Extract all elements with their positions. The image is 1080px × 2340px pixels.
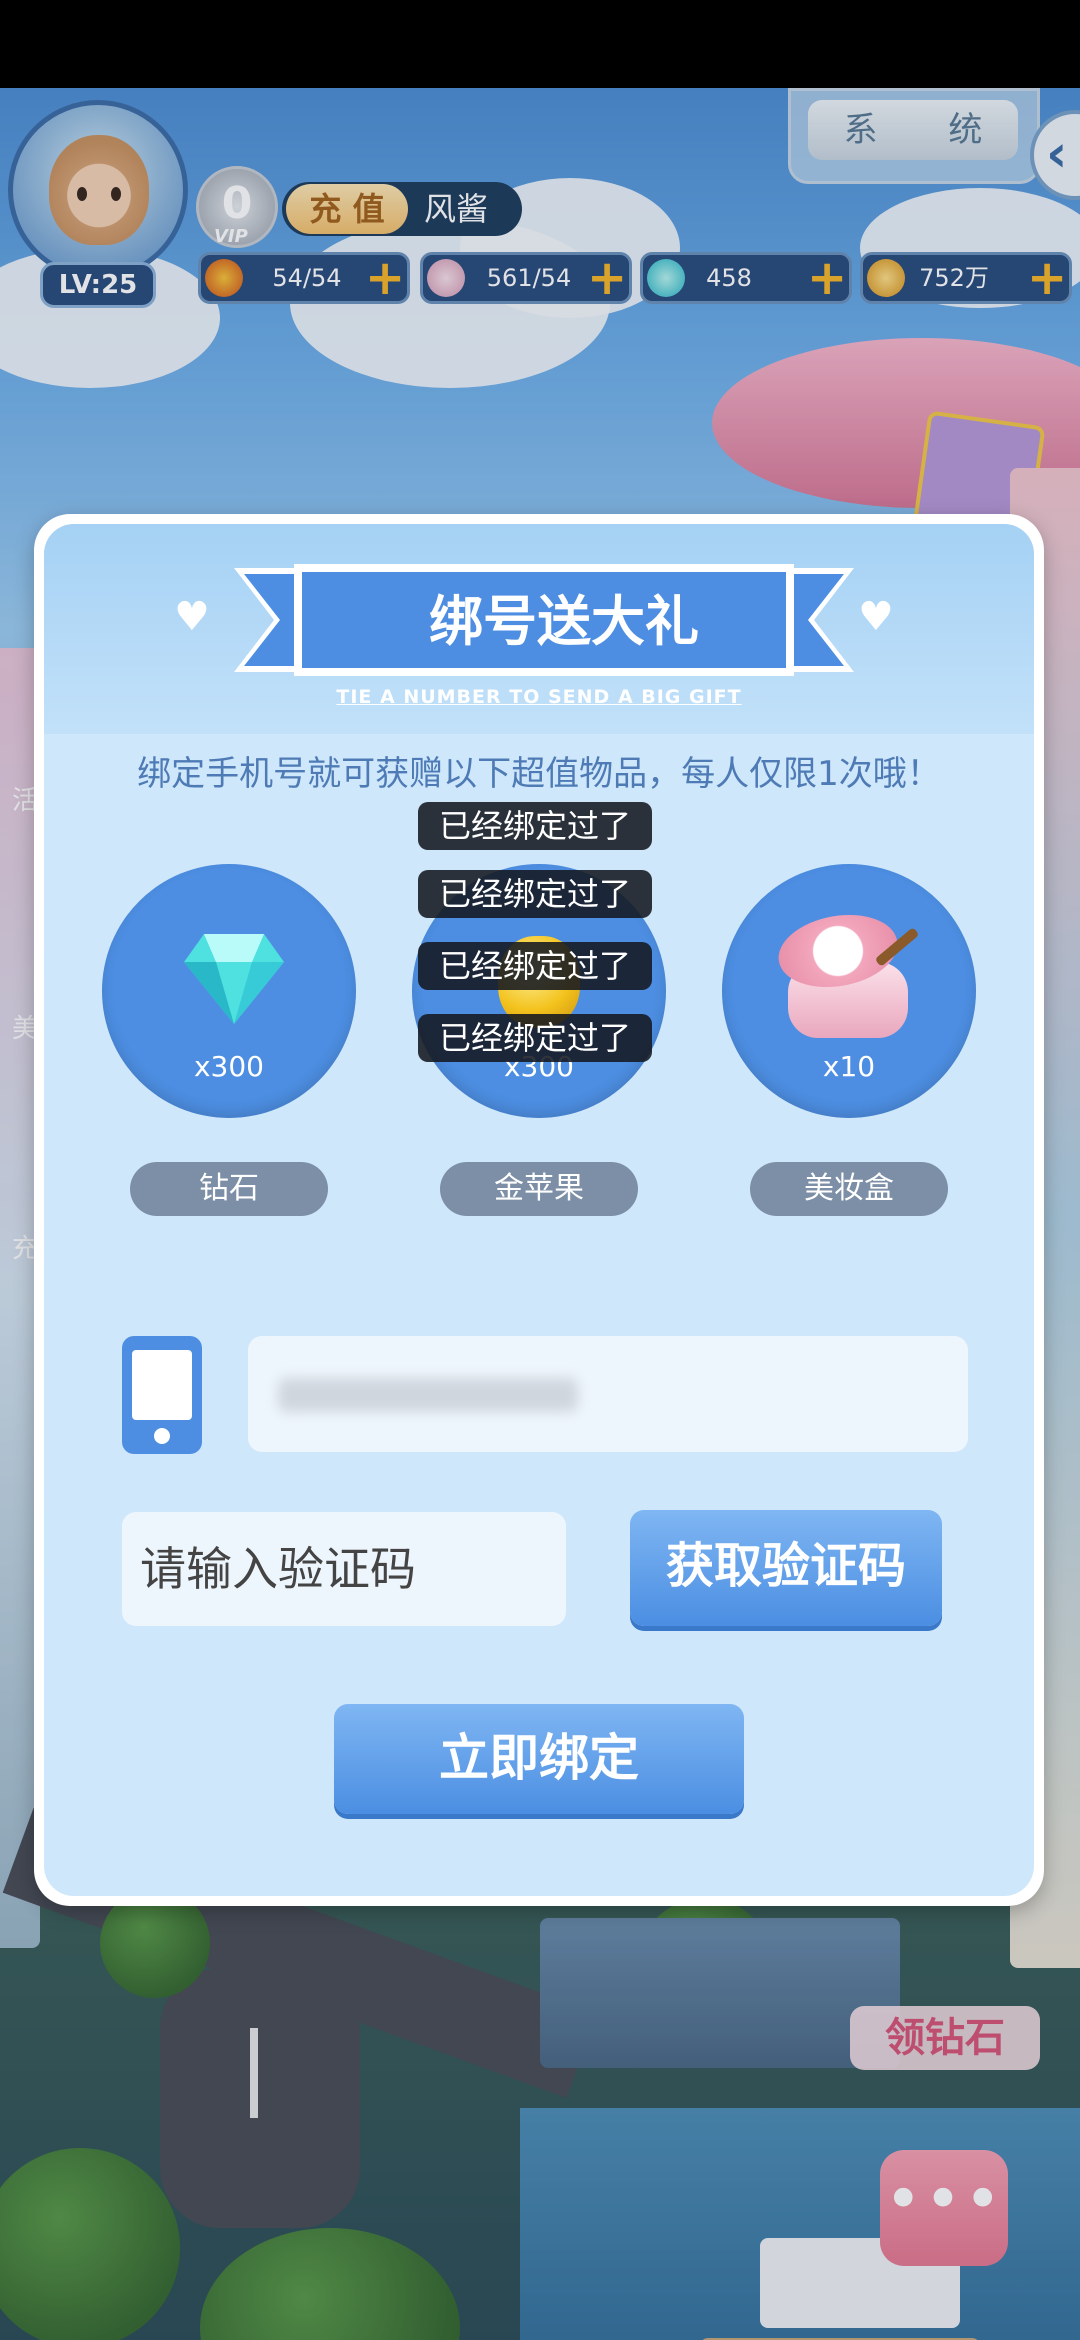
toast-message: 已经绑定过了 (418, 1014, 652, 1062)
heart-icon: ♥ (858, 594, 894, 640)
blurred-phone-number (278, 1378, 578, 1412)
heart-icon: ♥ (174, 594, 210, 640)
toast-message: 已经绑定过了 (418, 802, 652, 850)
reward-diamond-name: 钻石 (130, 1162, 328, 1216)
toast-message: 已经绑定过了 (418, 942, 652, 990)
phone-number-field[interactable] (248, 1336, 968, 1452)
toast-message: 已经绑定过了 (418, 870, 652, 918)
reward-makeup-box-qty: x10 (822, 1050, 876, 1083)
reward-golden-apple-name: 金苹果 (440, 1162, 638, 1216)
reward-makeup-box-name: 美妆盒 (750, 1162, 948, 1216)
verification-code-input[interactable] (122, 1512, 566, 1626)
dialog-intro-text: 绑定手机号就可获赠以下超值物品，每人仅限1次哦！ (137, 754, 941, 794)
phone-icon (122, 1336, 202, 1454)
reward-diamond: x300 (102, 864, 356, 1118)
diamond-icon (184, 934, 284, 1024)
bind-phone-dialog: 绑号送大礼 ♥ ♥ TIE A NUMBER TO SEND A BIG GIF… (34, 514, 1044, 1906)
get-code-button[interactable]: 获取验证码 (630, 1510, 942, 1626)
dialog-title: 绑号送大礼 (429, 590, 699, 653)
reward-makeup-box: x10 (722, 864, 976, 1118)
bind-now-button[interactable]: 立即绑定 (334, 1704, 744, 1814)
dialog-header: 绑号送大礼 ♥ ♥ TIE A NUMBER TO SEND A BIG GIF… (44, 524, 1034, 734)
dialog-subtitle: TIE A NUMBER TO SEND A BIG GIFT (336, 686, 742, 708)
status-bar (0, 0, 1080, 88)
dialog-body: 绑号送大礼 ♥ ♥ TIE A NUMBER TO SEND A BIG GIF… (44, 524, 1034, 1896)
reward-diamond-qty: x300 (193, 1050, 264, 1083)
